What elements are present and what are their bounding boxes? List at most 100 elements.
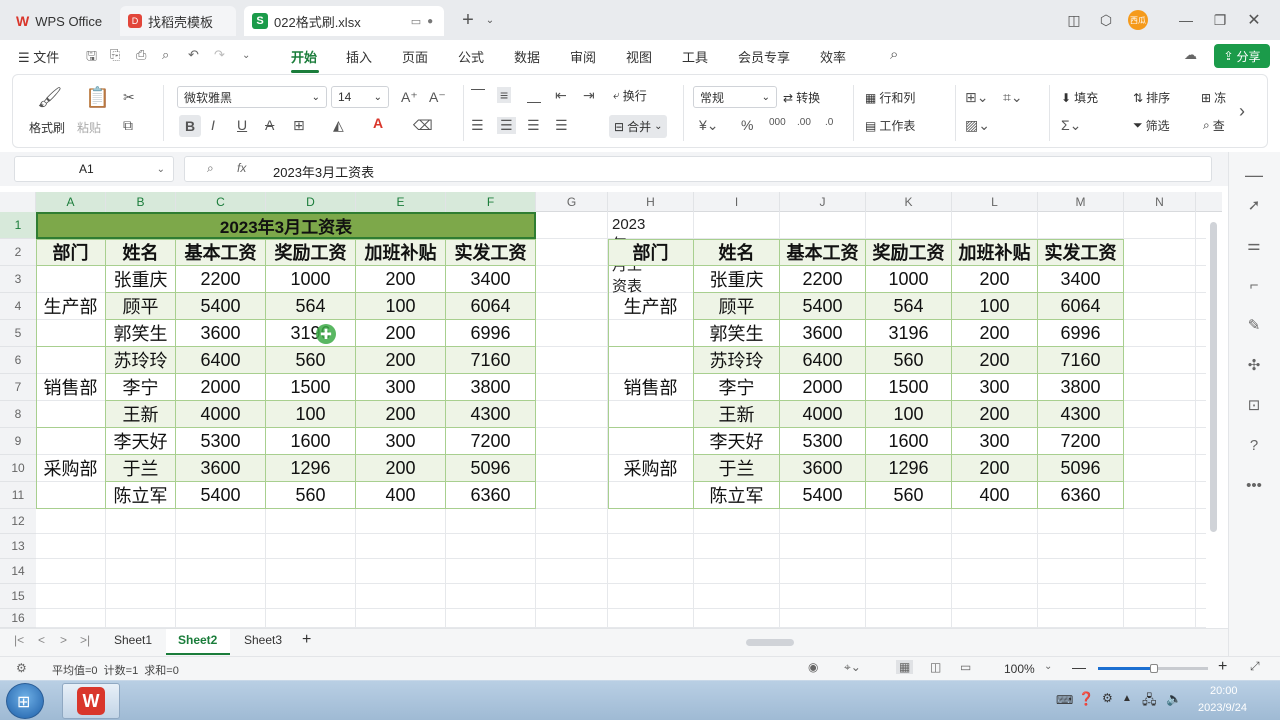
data-cell[interactable]: 5096 xyxy=(1038,455,1124,482)
export-icon[interactable]: ⎘ xyxy=(110,47,120,63)
row-header-6[interactable]: 6 xyxy=(0,347,36,374)
page-layout-view-icon[interactable]: ◫ xyxy=(930,660,941,674)
data-cell[interactable]: 1600 xyxy=(866,428,952,455)
data-cell[interactable]: 6400 xyxy=(780,347,866,374)
column-header-K[interactable]: K xyxy=(866,192,952,212)
increase-decimal-icon[interactable]: .0 xyxy=(825,117,833,128)
fx-icon[interactable]: fx xyxy=(237,161,246,175)
print-preview-icon[interactable]: ⌕ xyxy=(162,47,169,63)
header-cell[interactable]: 加班补贴 xyxy=(952,239,1038,266)
data-cell[interactable]: 5300 xyxy=(780,428,866,455)
tab-home[interactable]: 开始 xyxy=(291,47,317,66)
quick-access-chevron-icon[interactable]: ⌄ xyxy=(242,50,250,61)
tab-review[interactable]: 审阅 xyxy=(570,47,596,66)
tab-formulas[interactable]: 公式 xyxy=(458,47,484,66)
row-header-16[interactable]: 16 xyxy=(0,609,36,628)
row-header-2[interactable]: 2 xyxy=(0,239,36,266)
data-cell[interactable]: 200 xyxy=(356,320,446,347)
bold-icon[interactable]: B xyxy=(179,115,201,137)
column-header-F[interactable]: F xyxy=(446,192,536,212)
data-cell[interactable]: 200 xyxy=(952,455,1038,482)
data-cell[interactable]: 1296 xyxy=(866,455,952,482)
row-header-11[interactable]: 11 xyxy=(0,482,36,509)
data-cell[interactable]: 100 xyxy=(266,401,356,428)
data-cell[interactable]: 1600 xyxy=(266,428,356,455)
data-cell[interactable]: 100 xyxy=(866,401,952,428)
data-cell[interactable]: 王新 xyxy=(106,401,176,428)
data-cell[interactable]: 1000 xyxy=(866,266,952,293)
data-cell[interactable]: 4300 xyxy=(446,401,536,428)
data-cell[interactable]: 7200 xyxy=(1038,428,1124,455)
data-cell[interactable]: 200 xyxy=(356,401,446,428)
clock-date[interactable]: 2023/9/24 xyxy=(1198,702,1247,714)
header-cell[interactable]: 奖励工资 xyxy=(266,239,356,266)
restore-icon[interactable]: ❐ xyxy=(1208,8,1232,32)
column-header-C[interactable]: C xyxy=(176,192,266,212)
eye-protection-icon[interactable]: ◉ xyxy=(808,660,818,674)
more-icon[interactable]: ••• xyxy=(1243,474,1265,496)
worksheet-button[interactable]: ▤ 工作表 xyxy=(865,117,915,134)
header-cell[interactable]: 姓名 xyxy=(106,239,176,266)
data-cell[interactable]: 3600 xyxy=(780,320,866,347)
data-cell[interactable]: 4300 xyxy=(1038,401,1124,428)
header-cell[interactable]: 基本工资 xyxy=(176,239,266,266)
settings-tray-icon[interactable]: ⚙ xyxy=(1102,691,1113,705)
new-tab-plus-icon[interactable]: + xyxy=(456,8,480,32)
start-button[interactable]: ⊞ xyxy=(6,683,44,719)
horizontal-scroll-thumb[interactable] xyxy=(746,639,794,646)
macro-icon[interactable]: ⚙ xyxy=(16,661,27,675)
data-cell[interactable]: 564 xyxy=(866,293,952,320)
close-icon[interactable]: ✕ xyxy=(1242,8,1266,32)
keyboard-tray-icon[interactable]: ⌨ xyxy=(1056,693,1073,707)
tray-expand-icon[interactable]: ▲ xyxy=(1122,693,1132,704)
align-middle-icon[interactable]: ≡ xyxy=(497,87,512,103)
data-cell[interactable]: 200 xyxy=(356,347,446,374)
data-cell[interactable]: 陈立军 xyxy=(106,482,176,509)
underline-icon[interactable]: U xyxy=(237,117,247,133)
data-cell[interactable]: 张重庆 xyxy=(694,266,780,293)
prev-sheet-icon[interactable]: < xyxy=(38,633,45,647)
format-painter-button[interactable]: 格式刷 xyxy=(29,119,65,136)
data-cell[interactable]: 苏玲玲 xyxy=(694,347,780,374)
data-cell[interactable]: 200 xyxy=(356,455,446,482)
column-header-D[interactable]: D xyxy=(266,192,356,212)
header-cell[interactable]: 基本工资 xyxy=(780,239,866,266)
row-header-10[interactable]: 10 xyxy=(0,455,36,482)
copy-icon[interactable]: ⧉ xyxy=(123,117,133,134)
data-cell[interactable]: 200 xyxy=(952,401,1038,428)
tools-icon[interactable]: ✣ xyxy=(1243,354,1265,376)
conditional-format-icon[interactable]: ▨⌄ xyxy=(965,117,990,134)
data-cell[interactable]: 6996 xyxy=(1038,320,1124,347)
department-cell[interactable]: 销售部 xyxy=(36,347,106,428)
data-cell[interactable]: 郭笑生 xyxy=(694,320,780,347)
data-cell[interactable]: 1296 xyxy=(266,455,356,482)
data-cell[interactable]: 5096 xyxy=(446,455,536,482)
data-cell[interactable]: 5400 xyxy=(176,293,266,320)
panel-layout-icon[interactable]: ◫ xyxy=(1062,8,1086,32)
reading-icon[interactable]: ⊡ xyxy=(1243,394,1265,416)
data-cell[interactable]: 李天好 xyxy=(106,428,176,455)
cube-icon[interactable]: ⬡ xyxy=(1094,8,1118,32)
data-cell[interactable]: 3400 xyxy=(1038,266,1124,293)
number-format-select[interactable]: 常规 ⌄ xyxy=(693,86,777,108)
department-cell[interactable]: 销售部 xyxy=(608,347,694,428)
column-header-H[interactable]: H xyxy=(608,192,694,212)
decrease-font-icon[interactable]: A⁻ xyxy=(429,89,446,106)
zoom-slider-thumb[interactable] xyxy=(1150,664,1158,673)
zoom-formula-icon[interactable]: ⌕ xyxy=(207,161,214,176)
spreadsheet-grid[interactable]: ABCDEFGHIJKLMN 1 2 3 4 5 6 7 8 9 10 11 12 13 14 15 16 2… xyxy=(0,192,1222,628)
tab-document[interactable]: S 022格式刷.xlsx ▭ ● xyxy=(244,6,444,36)
data-cell[interactable]: 李宁 xyxy=(106,374,176,401)
zoom-in-icon[interactable]: + xyxy=(1218,658,1227,676)
data-cell[interactable]: 100 xyxy=(952,293,1038,320)
unsaved-dot-icon[interactable]: ● xyxy=(427,16,433,27)
clear-format-icon[interactable]: ⌫ xyxy=(413,117,433,134)
data-cell[interactable]: 王新 xyxy=(694,401,780,428)
font-name-select[interactable]: 微软雅黑 ⌄ xyxy=(177,86,327,108)
row-header-7[interactable]: 7 xyxy=(0,374,36,401)
network-icon[interactable]: 🖧 xyxy=(1142,691,1157,713)
volume-icon[interactable]: 🔈 xyxy=(1166,691,1182,707)
font-size-select[interactable]: 14 ⌄ xyxy=(331,86,389,108)
data-cell[interactable]: 6996 xyxy=(446,320,536,347)
crosshair-icon[interactable]: ⌖⌄ xyxy=(844,660,861,675)
